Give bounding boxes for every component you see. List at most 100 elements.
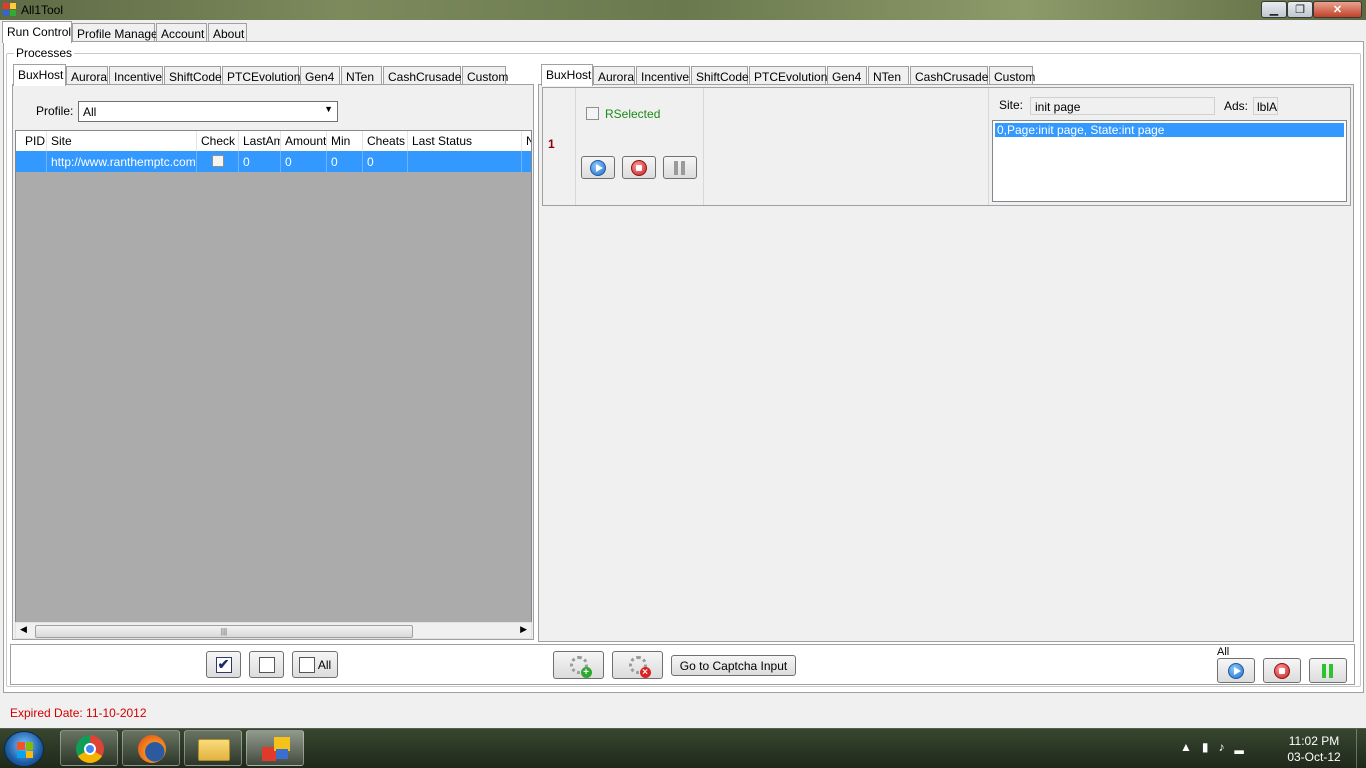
captcha-input-button[interactable]: Go to Captcha Input: [671, 655, 796, 676]
close-button[interactable]: ✕: [1313, 1, 1362, 18]
scroll-left-icon[interactable]: ◀: [20, 624, 27, 635]
show-desktop-button[interactable]: [1356, 729, 1366, 768]
row-check-checkbox[interactable]: [212, 155, 224, 167]
right-tab-gen4[interactable]: Gen4: [827, 66, 867, 86]
left-tab-incentive[interactable]: Incentive: [109, 66, 163, 86]
left-tab-ptcevolution[interactable]: PTCEvolution: [222, 66, 300, 86]
scroll-thumb[interactable]: |||: [35, 625, 413, 638]
all-group-label: All: [1217, 646, 1230, 658]
tab-account[interactable]: Account: [156, 23, 207, 43]
start-all-button[interactable]: [1217, 658, 1255, 683]
taskbar-explorer[interactable]: [184, 730, 242, 766]
right-tab-incentive[interactable]: Incentive: [636, 66, 690, 86]
right-tab-nten[interactable]: NTen: [868, 66, 909, 86]
minimize-icon: ▁: [1269, 4, 1279, 16]
app-icon: [3, 3, 17, 17]
left-tab-shiftcode[interactable]: ShiftCode: [164, 66, 222, 86]
tab-run-control[interactable]: Run Control: [2, 21, 72, 43]
col-check[interactable]: Check: [197, 131, 239, 151]
right-tab-ptcevolution[interactable]: PTCEvolution: [749, 66, 827, 86]
clock-time: 11:02 PM: [1288, 734, 1340, 748]
profile-select-value: All: [83, 105, 97, 119]
start-button[interactable]: [4, 731, 44, 767]
left-tab-custom[interactable]: Custom: [462, 66, 508, 86]
gear-add-icon: +: [569, 656, 592, 678]
stop-all-button[interactable]: [1263, 658, 1301, 683]
check-all-button[interactable]: ✔: [206, 651, 241, 678]
col-amount[interactable]: Amount: [281, 131, 327, 151]
divider: [575, 88, 576, 205]
grid-header: PID Site Check LastAm Amount Min Cheats …: [16, 131, 531, 151]
system-tray[interactable]: ▲▮♪▂: [1180, 740, 1254, 754]
profile-select[interactable]: All ▼: [78, 101, 338, 122]
uncheck-all-button[interactable]: [249, 651, 284, 678]
stop-icon: [1274, 662, 1290, 679]
right-tab-aurora[interactable]: Aurora: [593, 66, 635, 86]
pause-icon: [674, 160, 686, 175]
right-tab-buxhost[interactable]: BuxHost: [541, 64, 593, 86]
cell-pid: [16, 151, 47, 172]
site-field: init page: [1030, 97, 1215, 115]
title-bar[interactable]: [0, 0, 1366, 20]
col-last-status[interactable]: Last Status: [408, 131, 522, 151]
process-grid[interactable]: PID Site Check LastAm Amount Min Cheats …: [15, 130, 532, 637]
tab-profile-manager[interactable]: Profile Manager: [72, 23, 162, 43]
divider: [988, 88, 989, 205]
process-stop-button[interactable]: [622, 156, 656, 179]
cell-amount: 0: [281, 151, 327, 172]
maximize-button[interactable]: ❐: [1287, 1, 1313, 18]
process-start-button[interactable]: [581, 156, 615, 179]
left-tab-gen4[interactable]: Gen4: [300, 66, 340, 86]
col-lastamount[interactable]: LastAm: [239, 131, 281, 151]
right-tab-shiftcode[interactable]: ShiftCode: [691, 66, 749, 86]
col-n[interactable]: N: [522, 131, 531, 151]
signal-icon[interactable]: ▂: [1235, 740, 1254, 754]
left-tab-aurora[interactable]: Aurora: [66, 66, 108, 86]
remove-process-button[interactable]: ×: [612, 651, 663, 679]
toggle-all-button[interactable]: All: [292, 651, 338, 678]
play-icon: [1228, 662, 1244, 679]
pause-all-button[interactable]: [1309, 658, 1347, 683]
network-device-icon[interactable]: ▮: [1202, 740, 1219, 754]
right-tab-custom[interactable]: Custom: [989, 66, 1035, 86]
taskbar-chrome[interactable]: [60, 730, 118, 766]
cell-min: 0: [327, 151, 363, 172]
list-item[interactable]: 0,Page:init page, State:int page: [995, 123, 1344, 137]
col-site[interactable]: Site: [47, 131, 197, 151]
all1tool-icon: [262, 737, 290, 761]
add-process-button[interactable]: +: [553, 651, 604, 679]
table-row[interactable]: http://www.ranthemptc.com 0 0 0 0: [16, 151, 531, 172]
gear-remove-icon: ×: [628, 656, 651, 678]
pause-icon: [1322, 663, 1334, 678]
profile-label: Profile:: [36, 104, 74, 118]
col-pid[interactable]: PID: [16, 131, 47, 151]
checkbox-empty-icon: [298, 656, 315, 673]
right-tab-cashcrusader[interactable]: CashCrusader: [910, 66, 992, 86]
left-tab-nten[interactable]: NTen: [341, 66, 382, 86]
ads-field: lblA: [1253, 97, 1278, 115]
ads-label: Ads:: [1224, 99, 1249, 113]
rselected-checkbox[interactable]: [586, 107, 599, 120]
taskbar-all1tool[interactable]: [246, 730, 304, 766]
show-hidden-icons-icon[interactable]: ▲: [1180, 740, 1202, 754]
process-pause-button[interactable]: [663, 156, 697, 179]
left-tab-buxhost[interactable]: BuxHost: [13, 64, 66, 86]
tab-about[interactable]: About: [208, 23, 247, 43]
checkbox-empty-icon: [258, 656, 275, 673]
firefox-icon: [138, 735, 166, 763]
horizontal-scrollbar[interactable]: ◀ ||| ▶: [15, 622, 532, 639]
left-tab-cashcrusader[interactable]: CashCrusader: [383, 66, 465, 86]
volume-icon[interactable]: ♪: [1219, 740, 1235, 754]
cell-lastamount: 0: [239, 151, 281, 172]
cell-cheats: 0: [363, 151, 408, 172]
scroll-right-icon[interactable]: ▶: [520, 624, 527, 635]
col-cheats[interactable]: Cheats: [363, 131, 408, 151]
process-log-list[interactable]: 0,Page:init page, State:int page: [992, 120, 1347, 202]
col-min[interactable]: Min: [327, 131, 363, 151]
minimize-button[interactable]: ▁: [1261, 1, 1287, 18]
rselected-label[interactable]: RSelected: [605, 107, 660, 121]
taskbar-clock[interactable]: 11:02 PM 03-Oct-12: [1278, 733, 1350, 765]
toggle-all-label: All: [317, 657, 332, 672]
taskbar-firefox[interactable]: [122, 730, 180, 766]
chevron-down-icon[interactable]: ▼: [324, 104, 333, 114]
